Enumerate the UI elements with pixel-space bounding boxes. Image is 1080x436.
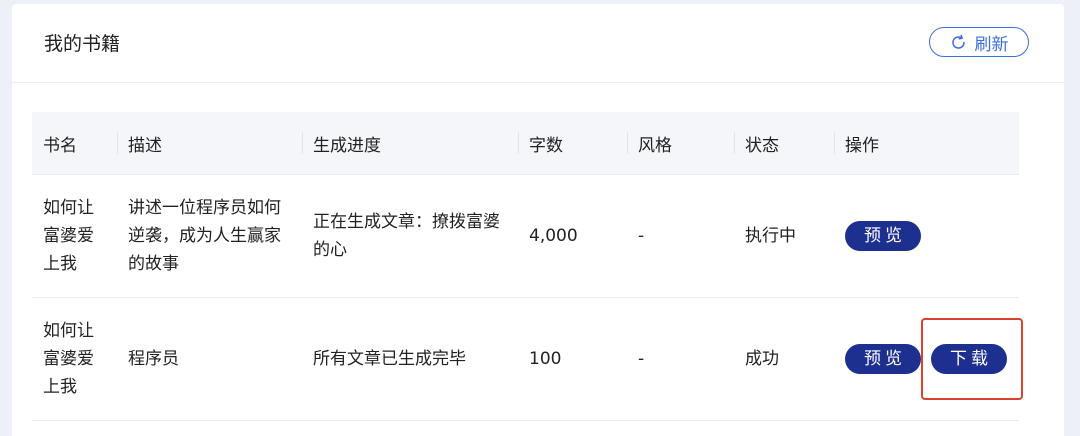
cell-actions: 预览 下载 (834, 297, 1023, 421)
cell-name: 如何让富婆爱上我 (32, 297, 117, 421)
column-header-description: 描述 (117, 112, 302, 175)
column-header-word-count: 字数 (518, 112, 627, 175)
cell-status: 执行中 (734, 174, 834, 298)
download-button[interactable]: 下载 (931, 344, 1007, 374)
column-header-actions: 操作 (834, 112, 1019, 175)
cell-word-count: 100 (518, 297, 627, 421)
books-table: 书名 描述 生成进度 字数 风格 状态 操作 如何让富婆爱上我 讲述一位程序员如… (32, 112, 1023, 421)
table-header-row: 书名 描述 生成进度 字数 风格 状态 操作 (32, 112, 1019, 175)
refresh-button[interactable]: 刷新 (929, 27, 1029, 57)
table-row: 如何让富婆爱上我 讲述一位程序员如何逆袭，成为人生赢家的故事 正在生成文章：撩拨… (32, 174, 1019, 298)
cell-status: 成功 (734, 297, 834, 421)
refresh-icon (951, 34, 965, 49)
page-title: 我的书籍 (44, 33, 121, 55)
preview-button[interactable]: 预览 (845, 221, 921, 251)
cell-description: 程序员 (117, 297, 302, 421)
cell-description: 讲述一位程序员如何逆袭，成为人生赢家的故事 (117, 174, 302, 298)
cell-style: - (627, 297, 734, 421)
refresh-label: 刷新 (974, 34, 1009, 55)
cell-style: - (627, 174, 734, 298)
cell-name: 如何让富婆爱上我 (32, 174, 117, 298)
download-button-wrapper: 下载 (921, 318, 1023, 400)
card-header: 我的书籍 刷新 (12, 4, 1064, 83)
column-header-progress: 生成进度 (302, 112, 518, 175)
preview-button[interactable]: 预览 (845, 344, 921, 374)
column-header-style: 风格 (627, 112, 734, 175)
cell-word-count: 4,000 (518, 174, 627, 298)
cell-progress: 所有文章已生成完毕 (302, 297, 518, 421)
cell-progress: 正在生成文章：撩拨富婆的心 (302, 174, 518, 298)
cell-actions: 预览 (834, 174, 1019, 298)
table-row: 如何让富婆爱上我 程序员 所有文章已生成完毕 100 - 成功 预览 下载 (32, 297, 1023, 421)
column-header-name: 书名 (32, 112, 117, 175)
column-header-status: 状态 (734, 112, 834, 175)
